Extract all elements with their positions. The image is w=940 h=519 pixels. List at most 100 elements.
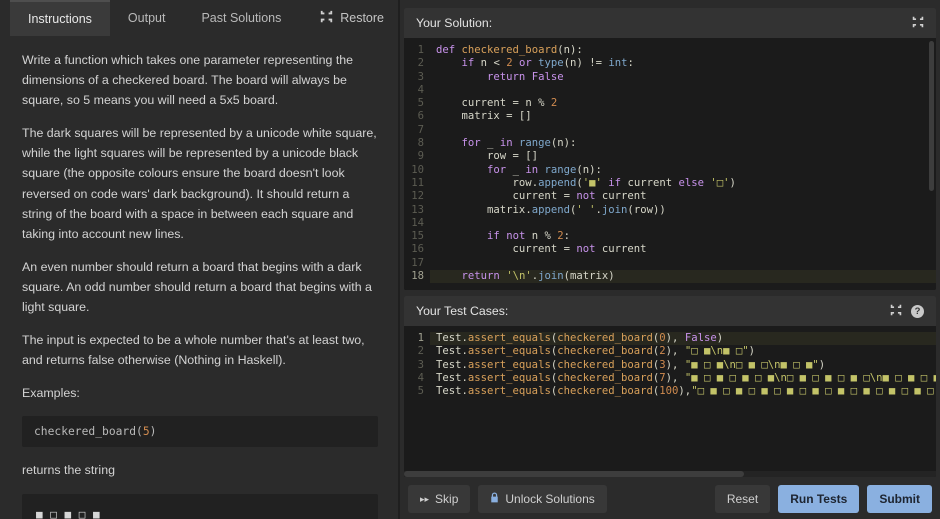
run-tests-button[interactable]: Run Tests (778, 485, 859, 513)
right-panel: Your Solution: 1234567891011121314151617… (400, 0, 940, 519)
code-line[interactable]: def checkered_board(n): (436, 44, 936, 57)
example-call-text: checkered_board( (34, 425, 143, 438)
instructions-paragraph-3: An even number should return a board tha… (22, 257, 378, 317)
expand-icon[interactable] (890, 304, 902, 319)
solution-line-numbers: 123456789101112131415161718 (404, 38, 430, 290)
code-line[interactable]: return '\n'.join(matrix) (430, 270, 936, 283)
tab-past-solutions-label: Past Solutions (201, 11, 281, 25)
code-line[interactable]: for _ in range(n): (436, 137, 936, 150)
line-number: 3 (404, 71, 424, 84)
tab-instructions[interactable]: Instructions (10, 0, 110, 36)
solution-editor[interactable]: 123456789101112131415161718 def checkere… (404, 38, 936, 290)
submit-button[interactable]: Submit (867, 485, 932, 513)
tests-scrollbar-horizontal[interactable] (404, 471, 936, 477)
unlock-solutions-label: Unlock Solutions (505, 492, 594, 506)
code-line[interactable]: if not n % 2: (436, 230, 936, 243)
code-line[interactable]: current = not current (436, 190, 936, 203)
tab-output-label: Output (128, 11, 166, 25)
code-line[interactable]: Test.assert_equals(checkered_board(100),… (436, 385, 936, 398)
tests-pane-header: Your Test Cases: ? (404, 296, 936, 326)
tests-title: Your Test Cases: (416, 304, 508, 318)
instructions-paragraph-4: The input is expected to be a whole numb… (22, 330, 378, 370)
line-number: 2 (404, 57, 424, 70)
line-number: 9 (404, 150, 424, 163)
action-bar: ▸▸ Skip Unlock Solutions Reset Run Tests… (400, 483, 940, 519)
tests-editor[interactable]: 12345 Test.assert_equals(checkered_board… (404, 326, 936, 477)
returns-label: returns the string (22, 460, 378, 480)
line-number: 17 (404, 257, 424, 270)
code-line[interactable]: matrix = [] (436, 110, 936, 123)
line-number: 7 (404, 124, 424, 137)
example-code-block: checkered_board(5) (22, 416, 378, 447)
tab-past-solutions[interactable]: Past Solutions (183, 0, 299, 36)
code-line[interactable] (436, 124, 936, 137)
line-number: 10 (404, 164, 424, 177)
example-arg: 5 (143, 425, 150, 438)
left-panel: Instructions Output Past Solutions Resto… (0, 0, 400, 519)
line-number: 8 (404, 137, 424, 150)
tests-line-numbers: 12345 (404, 326, 430, 477)
line-number: 4 (404, 372, 424, 385)
run-tests-label: Run Tests (790, 492, 847, 506)
instructions-paragraph-2: The dark squares will be represented by … (22, 123, 378, 244)
code-line[interactable]: if n < 2 or type(n) != int: (436, 57, 936, 70)
tests-pane: Your Test Cases: ? 12345 Test.assert_equ… (404, 296, 936, 477)
collapse-icon (320, 10, 333, 26)
line-number: 16 (404, 243, 424, 256)
instructions-paragraph-1: Write a function which takes one paramet… (22, 50, 378, 110)
line-number: 15 (404, 230, 424, 243)
line-number: 5 (404, 385, 424, 398)
example-board-output: ■ □ ■ □ ■ □ ■ □ ■ □ ■ □ ■ □ ■ □ ■ □ ■ □ … (22, 494, 378, 519)
code-line[interactable]: row = [] (436, 150, 936, 163)
tab-bar: Instructions Output Past Solutions Resto… (0, 0, 398, 36)
reset-label: Reset (727, 492, 758, 506)
code-line[interactable] (436, 217, 936, 230)
tab-instructions-label: Instructions (28, 12, 92, 26)
code-line[interactable] (436, 257, 936, 270)
code-line[interactable] (436, 84, 936, 97)
code-line[interactable]: row.append('■' if current else '□') (436, 177, 936, 190)
tab-output[interactable]: Output (110, 0, 184, 36)
board-row: ■ □ ■ □ ■ (36, 506, 364, 519)
line-number: 4 (404, 84, 424, 97)
code-line[interactable]: current = not current (436, 243, 936, 256)
line-number: 12 (404, 190, 424, 203)
reset-button[interactable]: Reset (715, 485, 770, 513)
example-close-paren: ) (150, 425, 157, 438)
lock-icon (490, 492, 499, 506)
solution-title: Your Solution: (416, 16, 492, 30)
tests-code[interactable]: Test.assert_equals(checkered_board(0), F… (430, 326, 936, 477)
code-line[interactable]: return False (436, 71, 936, 84)
line-number: 2 (404, 345, 424, 358)
code-line[interactable]: Test.assert_equals(checkered_board(2), "… (436, 345, 936, 358)
code-line[interactable]: Test.assert_equals(checkered_board(3), "… (436, 359, 936, 372)
solution-pane: Your Solution: 1234567891011121314151617… (404, 8, 936, 290)
restore-label: Restore (340, 11, 384, 25)
skip-label: Skip (435, 492, 458, 506)
help-icon[interactable]: ? (911, 305, 924, 318)
unlock-solutions-button[interactable]: Unlock Solutions (478, 485, 606, 513)
instructions-content: Write a function which takes one paramet… (0, 36, 398, 519)
submit-label: Submit (879, 492, 920, 506)
expand-icon[interactable] (912, 16, 924, 31)
line-number: 1 (404, 44, 424, 57)
code-line[interactable]: matrix.append(' '.join(row)) (436, 204, 936, 217)
line-number: 18 (404, 270, 424, 283)
line-number: 1 (404, 332, 424, 345)
code-line[interactable]: current = n % 2 (436, 97, 936, 110)
line-number: 14 (404, 217, 424, 230)
fast-forward-icon: ▸▸ (420, 494, 429, 505)
line-number: 13 (404, 204, 424, 217)
code-line[interactable]: for _ in range(n): (436, 164, 936, 177)
restore-button[interactable]: Restore (320, 0, 398, 36)
line-number: 5 (404, 97, 424, 110)
line-number: 6 (404, 110, 424, 123)
line-number: 11 (404, 177, 424, 190)
code-line[interactable]: Test.assert_equals(checkered_board(7), "… (436, 372, 936, 385)
examples-label: Examples: (22, 383, 378, 403)
skip-button[interactable]: ▸▸ Skip (408, 485, 470, 513)
code-line[interactable]: Test.assert_equals(checkered_board(0), F… (430, 332, 936, 345)
solution-code[interactable]: def checkered_board(n): if n < 2 or type… (430, 38, 936, 290)
solution-pane-header: Your Solution: (404, 8, 936, 38)
solution-scrollbar-vertical[interactable] (929, 41, 934, 191)
